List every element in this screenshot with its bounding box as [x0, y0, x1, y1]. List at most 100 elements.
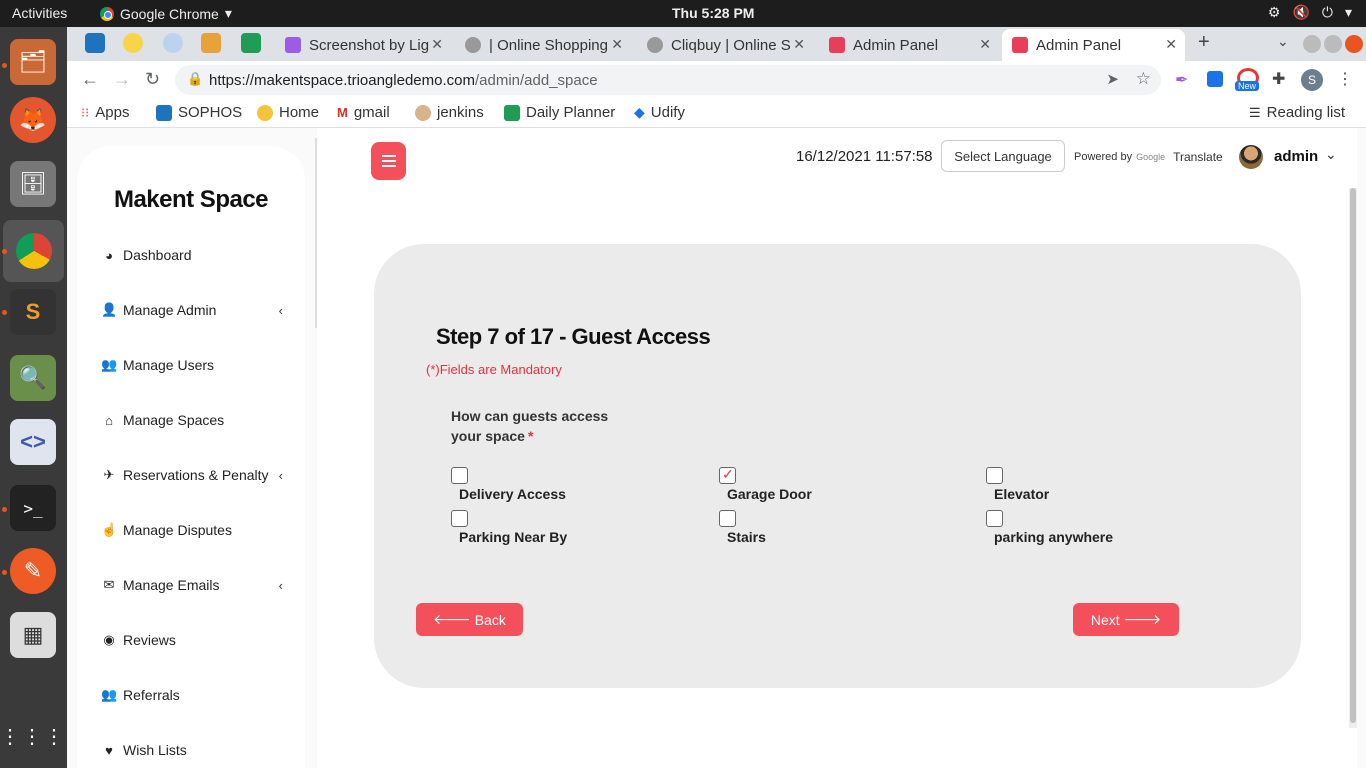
sidebar-item-manage-admin[interactable]: 👤 Manage Admin ‹ — [101, 299, 283, 321]
tab-screenshot[interactable]: Screenshot by Lig ✕ — [275, 29, 451, 61]
running-indicator — [2, 310, 7, 315]
clock[interactable]: Thu 5:28 PM — [672, 5, 754, 21]
code-editor-icon[interactable]: <> — [10, 419, 56, 465]
checkbox[interactable] — [451, 467, 468, 484]
sidebar-item-label: Manage Admin — [123, 302, 217, 318]
bookmark-label: Daily Planner — [526, 104, 616, 121]
step-form-card: Step 7 of 17 - Guest Access (*)Fields ar… — [374, 244, 1301, 688]
sidebar-item-manage-emails[interactable]: ✉ Manage Emails ‹ — [101, 574, 283, 596]
sidebar-item-referrals[interactable]: 👥 Referrals — [101, 684, 281, 706]
image-viewer-icon[interactable]: 🔍 — [10, 355, 56, 401]
sidebar-item-label: Manage Disputes — [123, 522, 232, 538]
back-arrow-icon[interactable]: ← — [81, 69, 99, 90]
tab-online-shopping[interactable]: | Online Shopping ✕ — [455, 29, 631, 61]
puzzle-icon[interactable]: ✚ — [1272, 69, 1285, 89]
reload-icon[interactable]: ↻ — [145, 69, 160, 90]
option-parking-near-by[interactable]: Parking Near By — [451, 510, 651, 545]
access-question: How can guests access your space * — [451, 406, 621, 446]
option-elevator[interactable]: Elevator — [986, 467, 1186, 502]
new-tab-button[interactable]: + — [1198, 31, 1210, 54]
close-icon[interactable]: ✕ — [1165, 36, 1177, 53]
pinned-tab-planner[interactable] — [241, 33, 261, 53]
calculator-icon[interactable]: ▦ — [10, 612, 56, 658]
minimize-button[interactable] — [1303, 35, 1321, 53]
bookmark-daily-planner[interactable]: Daily Planner — [504, 104, 615, 121]
terminal-icon[interactable]: >_ — [10, 485, 56, 531]
pinned-tab-smiley[interactable] — [123, 33, 143, 53]
maximize-button[interactable] — [1324, 35, 1342, 53]
pinned-tab-sophos[interactable] — [85, 33, 105, 53]
sublime-text-icon[interactable]: S — [10, 289, 56, 335]
back-button[interactable]: 🡐 Back — [416, 603, 523, 636]
file-manager-icon[interactable]: 🗄 — [10, 161, 56, 207]
checkbox[interactable] — [451, 510, 468, 527]
sidebar-item-reviews[interactable]: ◉ Reviews — [101, 629, 281, 651]
files-icon[interactable]: 🗂 — [10, 39, 56, 85]
chrome-dock-icon[interactable] — [3, 220, 64, 282]
bookmark-label: gmail — [353, 104, 390, 121]
sidebar-item-manage-disputes[interactable]: ☝ Manage Disputes — [101, 519, 281, 541]
bookmark-label: jenkins — [437, 104, 484, 121]
admin-username[interactable]: admin — [1274, 148, 1318, 165]
checkbox[interactable] — [719, 510, 736, 527]
profile-avatar[interactable]: S — [1301, 69, 1323, 91]
tab-admin-panel[interactable]: Admin Panel ✕ — [819, 29, 999, 61]
running-indicator — [2, 570, 7, 575]
reading-list[interactable]: ☰ Reading list — [1249, 104, 1345, 121]
sidebar-item-wish-lists[interactable]: ♥ Wish Lists — [101, 739, 281, 761]
sidebar-item-dashboard[interactable]: ◕ Dashboard — [101, 244, 281, 266]
sidebar-item-manage-users[interactable]: 👥 Manage Users — [101, 354, 281, 376]
more-options-icon[interactable]: ⋮ — [1337, 69, 1353, 89]
bookmark-home[interactable]: Home — [257, 104, 319, 121]
hand-icon: ☝ — [101, 522, 118, 537]
show-apps-icon[interactable]: ⋮⋮⋮ — [0, 713, 64, 759]
system-tray[interactable]: ⚙ 🔇 ⏻ ▾ — [1268, 4, 1352, 21]
bookmark-udify[interactable]: ◆ Udify — [634, 104, 685, 121]
avatar[interactable] — [1239, 145, 1263, 169]
chevron-down-icon[interactable]: ⌄ — [1325, 146, 1337, 163]
checkbox[interactable] — [986, 467, 1003, 484]
scrollbar[interactable] — [1349, 188, 1357, 728]
hamburger-menu-button[interactable] — [371, 142, 406, 180]
postman-icon[interactable]: ✎ — [10, 548, 56, 594]
sidebar-item-reservations[interactable]: ✈ Reservations & Penalty ‹ — [101, 464, 283, 486]
close-icon[interactable]: ✕ — [793, 36, 805, 53]
tab-admin-panel-active[interactable]: Admin Panel ✕ — [1002, 29, 1185, 61]
pinned-tab-jenkins[interactable] — [163, 33, 183, 53]
bookmark-gmail[interactable]: M gmail — [337, 104, 390, 121]
tab-search-icon[interactable]: ⌄ — [1277, 33, 1289, 50]
close-window-button[interactable] — [1345, 35, 1363, 53]
scrollbar-thumb[interactable] — [1350, 188, 1356, 723]
app-menu[interactable]: Google Chrome ▾ — [100, 5, 232, 22]
sidebar-item-manage-spaces[interactable]: ⌂ Manage Spaces — [101, 409, 281, 431]
translate-link[interactable]: Translate — [1173, 150, 1223, 164]
checkbox-checked[interactable] — [719, 466, 736, 484]
address-bar[interactable]: 🔒 https://makentspace.trioangledemo.com /… — [175, 65, 1161, 95]
activities-button[interactable]: Activities — [12, 5, 67, 21]
browser-toolbar: ← → ↻ 🔒 https://makentspace.trioangledem… — [67, 61, 1366, 99]
bookmark-jenkins[interactable]: jenkins — [415, 104, 484, 121]
feather-extension-icon[interactable]: ✒ — [1175, 70, 1188, 90]
forward-arrow-icon[interactable]: → — [113, 69, 131, 90]
close-icon[interactable]: ✕ — [979, 36, 991, 53]
cast-extension-icon[interactable] — [1207, 71, 1223, 87]
option-garage-door[interactable]: Garage Door — [719, 466, 919, 502]
star-icon[interactable]: ☆ — [1136, 69, 1151, 89]
admin-favicon-icon — [829, 37, 845, 53]
tab-cliqbuy[interactable]: Cliqbuy | Online S ✕ — [637, 29, 813, 61]
send-icon[interactable]: ➤ — [1106, 70, 1119, 88]
firefox-icon[interactable]: 🦊 — [10, 97, 56, 143]
bookmark-apps[interactable]: ⁝⁝ Apps — [81, 104, 129, 121]
pinned-tab-xampp[interactable] — [201, 33, 221, 53]
checkbox[interactable] — [986, 510, 1003, 527]
select-language-dropdown[interactable]: Select Language — [941, 140, 1065, 172]
close-icon[interactable]: ✕ — [431, 36, 443, 53]
option-parking-anywhere[interactable]: parking anywhere — [986, 510, 1186, 545]
bookmark-sophos[interactable]: SOPHOS — [156, 104, 242, 121]
option-delivery-access[interactable]: Delivery Access — [451, 467, 651, 502]
app-menu-label: Google Chrome — [120, 5, 219, 22]
next-button[interactable]: Next 🡒 — [1073, 603, 1179, 636]
close-icon[interactable]: ✕ — [611, 36, 623, 53]
option-stairs[interactable]: Stairs — [719, 510, 919, 545]
bookmarks-bar: ⁝⁝ Apps SOPHOS Home M gmail jenkins Dail… — [67, 99, 1366, 128]
